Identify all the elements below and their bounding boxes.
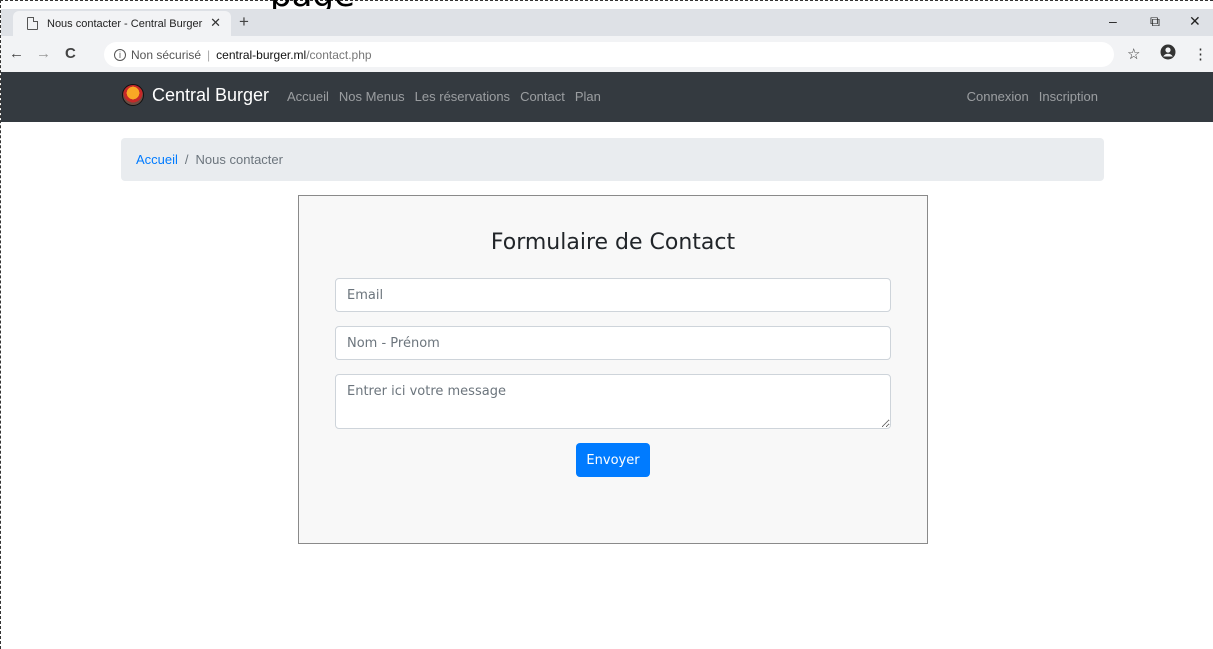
nav-link-plan[interactable]: Plan	[575, 89, 601, 104]
nav-link-reservations[interactable]: Les réservations	[415, 89, 510, 104]
info-icon[interactable]: i	[114, 48, 126, 61]
minimize-button[interactable]: –	[1109, 13, 1117, 29]
address-bar[interactable]: i Non sécurisé | central-burger.ml/conta…	[104, 42, 1114, 67]
brand-name: Central Burger	[152, 84, 270, 105]
breadcrumb-separator: /	[184, 152, 189, 167]
browser-toolbar: ← → C i Non sécurisé | central-burger.ml…	[1, 36, 1213, 72]
address-separator: |	[207, 47, 211, 62]
email-field[interactable]	[335, 278, 891, 312]
nav-link-connexion[interactable]: Connexion	[967, 89, 1029, 104]
restore-button[interactable]: ⧉	[1150, 13, 1160, 30]
nav-links: Accueil Nos Menus Les réservations Conta…	[287, 89, 601, 104]
form-title: Formulaire de Contact	[490, 230, 736, 255]
browser-tab[interactable]: Nous contacter - Central Burger ✕	[13, 11, 231, 36]
nav-auth-links: Connexion Inscription	[967, 89, 1098, 104]
reload-icon[interactable]: C	[65, 45, 76, 62]
profile-icon[interactable]	[1160, 44, 1176, 64]
contact-form-card: Formulaire de Contact Envoyer	[298, 195, 928, 544]
tab-title: Nous contacter - Central Burger	[47, 17, 203, 30]
nav-link-inscription[interactable]: Inscription	[1039, 89, 1098, 104]
browser-tab-strip: Nous contacter - Central Burger ✕ + – ⧉ …	[1, 9, 1213, 36]
nav-link-nos-menus[interactable]: Nos Menus	[339, 89, 405, 104]
breadcrumb: Accueil / Nous contacter	[121, 138, 1104, 181]
name-field[interactable]	[335, 326, 891, 360]
breadcrumb-home-link[interactable]: Accueil	[136, 152, 178, 167]
bookmark-star-icon[interactable]: ☆	[1127, 45, 1140, 63]
security-label: Non sécurisé	[131, 47, 202, 62]
nav-link-contact[interactable]: Contact	[520, 89, 565, 104]
burger-logo-icon	[122, 84, 144, 106]
url-host: central-burger.ml	[216, 47, 307, 62]
url-path: /contact.php	[306, 47, 372, 62]
window-close-button[interactable]: ✕	[1189, 13, 1201, 30]
message-field[interactable]	[335, 374, 891, 429]
back-arrow-icon[interactable]: ←	[9, 45, 24, 62]
forward-arrow-icon[interactable]: →	[36, 45, 51, 62]
breadcrumb-current: Nous contacter	[195, 152, 283, 167]
new-tab-button[interactable]: +	[239, 12, 249, 32]
brand[interactable]: Central Burger	[122, 84, 269, 106]
send-button[interactable]: Envoyer	[576, 443, 650, 477]
tab-close-icon[interactable]: ✕	[210, 15, 221, 31]
browser-menu-icon[interactable]: ⋮	[1193, 45, 1208, 63]
nav-link-accueil[interactable]: Accueil	[287, 89, 329, 104]
page-icon	[27, 17, 38, 30]
site-navbar: Central Burger Accueil Nos Menus Les rés…	[1, 72, 1213, 122]
